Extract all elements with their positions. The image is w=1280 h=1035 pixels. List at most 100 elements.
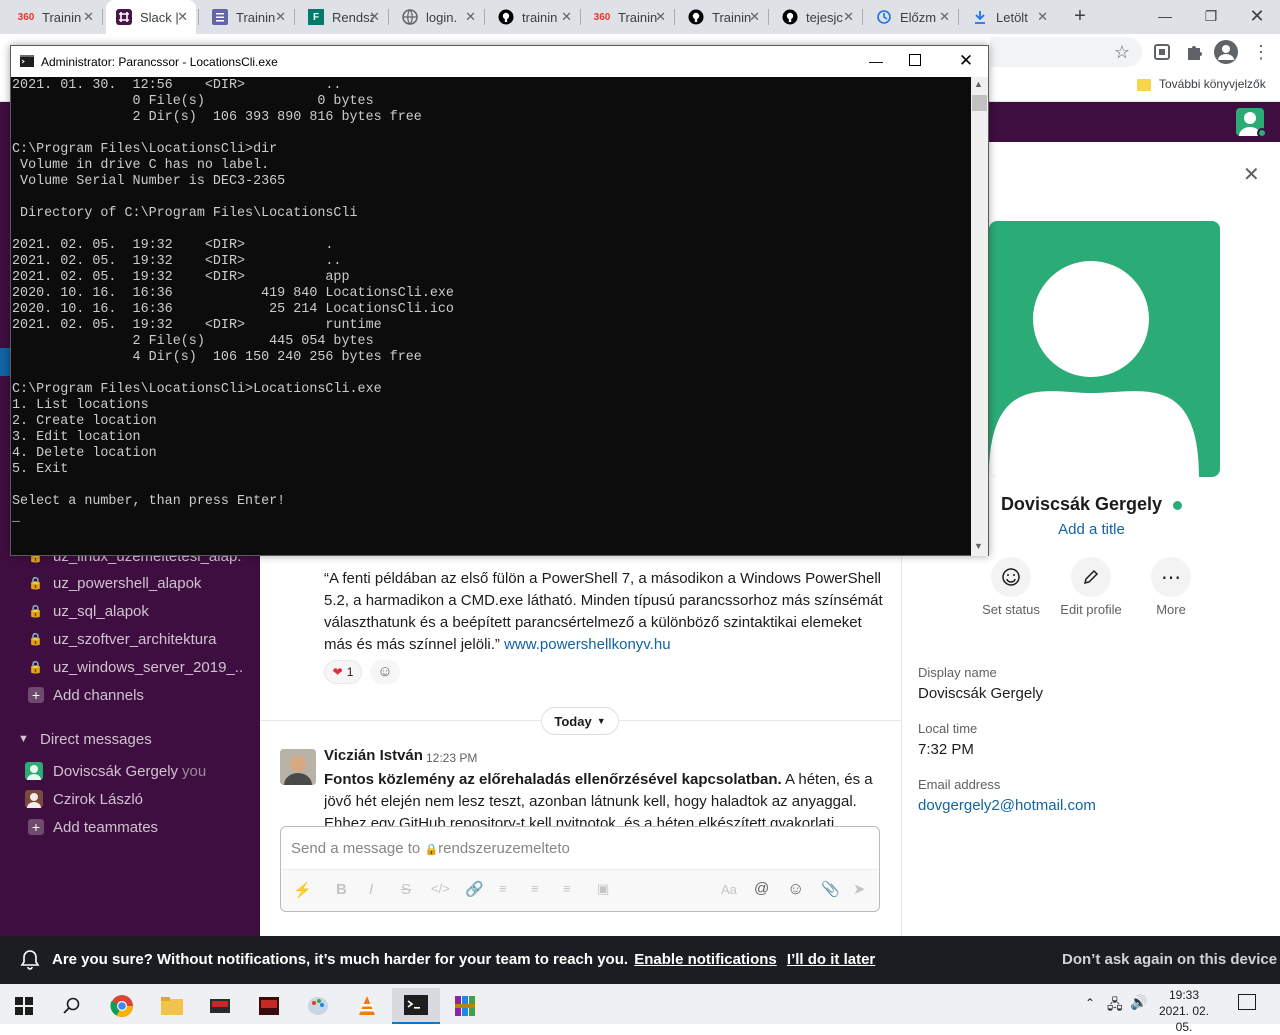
code-block-icon[interactable]: ▣ (597, 881, 609, 897)
add-teammates-button[interactable]: + Add teammates (0, 813, 260, 841)
day-divider-button[interactable]: Today ▼ (541, 707, 619, 735)
message-time[interactable]: 12:23 PM (426, 751, 477, 765)
strikethrough-icon[interactable]: S (401, 881, 411, 898)
other-bookmarks-link[interactable]: További könyvjelzők (1159, 77, 1266, 91)
close-tab-icon[interactable]: ✕ (1037, 9, 1048, 25)
browser-tab[interactable]: Trainin ✕ (202, 0, 294, 34)
email-link[interactable]: dovgergely2@hotmail.com (918, 797, 1096, 814)
restore-icon[interactable]: ❐ (1188, 0, 1234, 32)
cmd-output[interactable]: 2021. 01. 30. 12:56 <DIR> .. 0 File(s) 0… (12, 78, 970, 556)
command-prompt-taskbar-icon[interactable] (392, 988, 440, 1024)
profile-avatar[interactable] (989, 221, 1220, 477)
cmd-minimize-icon[interactable]: — (863, 48, 889, 74)
close-tab-icon[interactable]: ✕ (83, 9, 94, 25)
link-icon[interactable]: 🔗 (465, 880, 484, 898)
profile-avatar-icon[interactable] (1214, 40, 1238, 64)
close-window-icon[interactable]: ✕ (1234, 0, 1280, 32)
scroll-down-icon[interactable]: ▼ (974, 541, 983, 551)
chrome-icon[interactable] (98, 988, 146, 1024)
sidebar-channel-item[interactable]: 🔒 uz_powershell_alapok (0, 569, 260, 597)
search-icon[interactable] (48, 988, 96, 1024)
sidebar-channel-item[interactable]: 🔒 uz_szoftver_architektura (0, 625, 260, 653)
code-icon[interactable]: </> (431, 881, 450, 896)
author-avatar[interactable] (280, 749, 316, 785)
cmd-maximize-icon[interactable] (909, 54, 921, 66)
formatting-aa-icon[interactable]: Aa (721, 882, 737, 897)
send-icon[interactable]: ➤ (853, 880, 866, 898)
browser-tab[interactable]: login. ✕ (392, 0, 484, 34)
composer-placeholder[interactable]: Send a message to 🔒rendszeruzemelteto (291, 840, 570, 857)
browser-tab[interactable]: trainin ✕ (488, 0, 580, 34)
close-tab-icon[interactable]: ✕ (177, 9, 188, 25)
browser-tab[interactable]: 360 Trainin ✕ (584, 0, 674, 34)
close-tab-icon[interactable]: ✕ (655, 9, 666, 25)
clock[interactable]: 19:33 2021. 02. 05. (1150, 987, 1218, 1035)
puzzle-icon[interactable] (1184, 42, 1204, 62)
gpu-tweak-icon[interactable] (196, 988, 244, 1024)
message-composer[interactable]: Send a message to 🔒rendszeruzemelteto ⚡ … (280, 826, 880, 912)
bookmark-star-icon[interactable]: ☆ (1112, 42, 1132, 62)
paint-icon[interactable] (294, 988, 342, 1024)
close-tab-icon[interactable]: ✕ (749, 9, 760, 25)
add-channels-button[interactable]: + Add channels (0, 681, 260, 709)
volume-icon[interactable]: 🔊 (1130, 994, 1147, 1011)
browser-tab[interactable]: Slack | ✕ (106, 0, 196, 34)
attach-icon[interactable]: 📎 (821, 880, 840, 898)
ordered-list-icon[interactable]: ≡ (499, 881, 507, 896)
mention-icon[interactable]: @ (754, 880, 769, 897)
browser-tab[interactable]: tejesjc ✕ (772, 0, 862, 34)
sidebar-dm-item[interactable]: Czirok László (0, 785, 260, 813)
blockquote-icon[interactable]: ≡ (563, 881, 571, 896)
scroll-thumb[interactable] (972, 95, 987, 111)
new-tab-button[interactable]: + (1068, 5, 1092, 29)
cmd-scrollbar[interactable]: ▲ ▼ (971, 77, 988, 556)
message-author[interactable]: Viczián István (324, 747, 423, 764)
browser-tab[interactable]: F Rendsz ✕ (298, 0, 388, 34)
vlc-icon[interactable] (343, 988, 391, 1024)
direct-messages-header[interactable]: ▼ Direct messages (0, 725, 260, 753)
winrar-icon[interactable] (441, 988, 489, 1024)
italic-icon[interactable]: I (369, 881, 373, 898)
sidebar-channel-item[interactable]: 🔒 uz_sql_alapok (0, 597, 260, 625)
later-link[interactable]: I’ll do it later (787, 951, 875, 968)
close-tab-icon[interactable]: ✕ (939, 9, 950, 25)
reaction-heart[interactable]: ❤ 1 (324, 660, 362, 684)
more-button[interactable]: ⋯ (1151, 557, 1191, 597)
cmd-line: _ (12, 510, 21, 525)
scroll-up-icon[interactable]: ▲ (974, 79, 983, 89)
menu-kebab-icon[interactable]: ⋮ (1252, 40, 1270, 64)
network-icon[interactable]: 🖧 (1107, 994, 1123, 1018)
close-tab-icon[interactable]: ✕ (843, 9, 854, 25)
browser-tab[interactable]: Trainin ✕ (678, 0, 768, 34)
cmd-close-icon[interactable]: ✕ (953, 48, 979, 74)
quote-link[interactable]: www.powershellkonyv.hu (504, 636, 670, 653)
shortcuts-bolt-icon[interactable]: ⚡ (293, 881, 312, 899)
close-tab-icon[interactable]: ✕ (369, 9, 380, 25)
show-hidden-icons-chevron-icon[interactable]: ⌃ (1085, 996, 1095, 1010)
sidebar-dm-item[interactable]: Doviscsák Gergely you (0, 757, 260, 785)
browser-tab[interactable]: Letölt ✕ (962, 0, 1056, 34)
enable-notifications-link[interactable]: Enable notifications (634, 951, 777, 968)
action-center-icon[interactable] (1238, 994, 1256, 1010)
file-explorer-icon[interactable] (148, 988, 196, 1024)
set-status-button[interactable] (991, 557, 1031, 597)
dont-ask-again-link[interactable]: Don’t ask again on this device (1062, 951, 1277, 968)
minimize-icon[interactable]: — (1142, 0, 1188, 32)
sidebar-channel-item[interactable]: 🔒 uz_windows_server_2019_... (0, 653, 260, 681)
bullet-list-icon[interactable]: ≡ (531, 881, 539, 896)
browser-tab[interactable]: 360 Trainin ✕ (8, 0, 102, 34)
edit-profile-button[interactable] (1071, 557, 1111, 597)
browser-tab[interactable]: Előzm ✕ (866, 0, 958, 34)
gpu-tweak-2-icon[interactable] (245, 988, 293, 1024)
emoji-icon[interactable]: ☺ (787, 879, 804, 899)
add-reaction-icon[interactable]: ☺ (370, 660, 400, 684)
close-panel-icon[interactable]: ✕ (1243, 162, 1260, 187)
command-prompt-window[interactable]: Administrator: Parancssor - LocationsCli… (10, 45, 989, 556)
windows-start-icon[interactable] (0, 988, 48, 1024)
close-tab-icon[interactable]: ✕ (465, 9, 476, 25)
cmd-title-bar[interactable]: Administrator: Parancssor - LocationsCli… (11, 46, 988, 77)
close-tab-icon[interactable]: ✕ (561, 9, 572, 25)
bold-icon[interactable]: B (336, 881, 347, 898)
extension-icon[interactable] (1152, 42, 1172, 62)
close-tab-icon[interactable]: ✕ (275, 9, 286, 25)
